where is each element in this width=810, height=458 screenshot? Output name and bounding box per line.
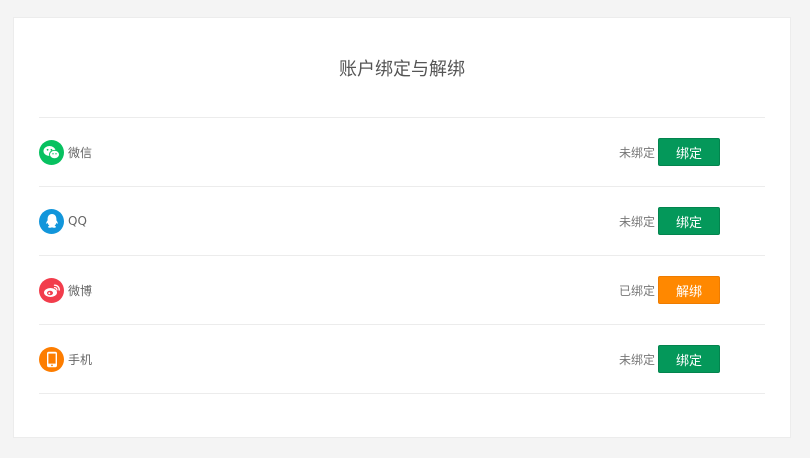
bind-phone-button[interactable]: 绑定	[658, 345, 720, 373]
account-row-qq: QQ 未绑定 绑定	[39, 187, 765, 256]
unbind-weibo-button[interactable]: 解绑	[658, 276, 720, 304]
account-info: 微博	[39, 256, 92, 324]
bind-status: 未绑定	[618, 214, 655, 229]
account-name: 手机	[68, 352, 93, 367]
account-row-wechat: 微信 未绑定 绑定	[39, 118, 765, 187]
phone-icon	[39, 346, 64, 372]
wechat-icon	[39, 139, 64, 165]
account-list: 微信 未绑定 绑定 QQ 未绑定 绑定 微博 已绑定 解绑 手机 未绑定 绑定	[39, 118, 765, 394]
account-name: 微信	[68, 145, 93, 160]
bind-qq-button[interactable]: 绑定	[658, 207, 720, 235]
account-actions: 未绑定 绑定	[619, 118, 720, 186]
account-actions: 未绑定 绑定	[619, 187, 720, 255]
page-title: 账户绑定与解绑	[339, 59, 465, 80]
account-row-weibo: 微博 已绑定 解绑	[39, 256, 765, 325]
account-name: 微博	[68, 283, 93, 298]
bind-status: 未绑定	[618, 352, 655, 367]
account-info: 手机	[39, 325, 92, 393]
account-actions: 未绑定 绑定	[619, 325, 720, 393]
account-info: QQ	[39, 187, 87, 255]
bind-wechat-button[interactable]: 绑定	[658, 138, 720, 166]
account-binding-card: 账户绑定与解绑 微信 未绑定 绑定 QQ 未绑定 绑定 微博 已绑定 解绑 手机…	[13, 17, 791, 438]
account-actions: 已绑定 解绑	[619, 256, 720, 324]
qq-icon	[39, 208, 64, 234]
bind-status: 未绑定	[618, 145, 655, 160]
account-name: QQ	[68, 214, 87, 228]
weibo-icon	[39, 277, 64, 303]
account-row-phone: 手机 未绑定 绑定	[39, 325, 765, 394]
account-info: 微信	[39, 118, 92, 186]
bind-status: 已绑定	[618, 283, 655, 298]
